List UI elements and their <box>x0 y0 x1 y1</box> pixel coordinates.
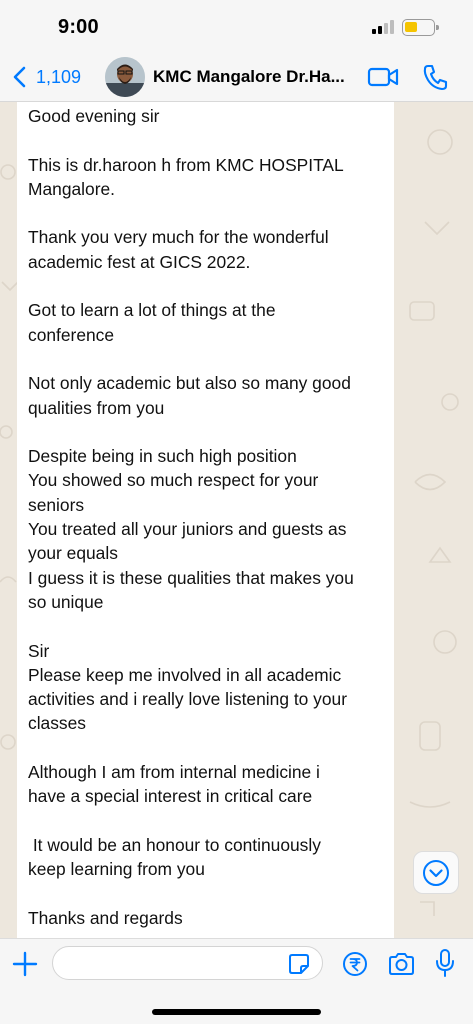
chat-header: 1,109 KMC Mangalore Dr.Ha... <box>0 52 473 102</box>
message-line: Mangalore. <box>28 178 116 199</box>
chevron-left-icon <box>13 66 26 88</box>
message-line <box>28 274 383 298</box>
message-line: qualities from you <box>28 397 165 418</box>
status-bar: 9:00 <box>0 0 473 52</box>
message-line: classes <box>28 713 86 734</box>
contact-name[interactable]: KMC Mangalore Dr.Ha... <box>153 67 345 87</box>
message-line: activities and i really love listening t… <box>28 689 347 710</box>
message-line: Please keep me involved in all academic <box>28 664 342 685</box>
message-line <box>28 201 383 225</box>
microphone-icon[interactable] <box>434 948 456 978</box>
message-line: This is dr.haroon h from KMC HOSPITAL <box>28 154 344 175</box>
back-button[interactable]: 1,109 <box>10 62 81 92</box>
message-line <box>28 347 383 371</box>
message-text: Good evening sir This is dr.haroon h from… <box>28 104 383 930</box>
home-indicator <box>152 1009 321 1015</box>
message-line: Although I am from internal medicine i <box>28 762 320 783</box>
message-line: your equals <box>28 543 118 564</box>
message-line: Thanks and regards <box>28 907 183 928</box>
composer-bar <box>0 938 473 1024</box>
message-line: Good evening sir <box>28 106 160 126</box>
message-line: You showed so much respect for your <box>28 470 319 491</box>
unread-count: 1,109 <box>36 66 82 87</box>
message-line <box>28 128 383 152</box>
message-line <box>28 614 383 638</box>
video-call-icon[interactable] <box>367 64 399 90</box>
signal-icon <box>372 20 396 34</box>
rupee-icon[interactable] <box>342 951 368 977</box>
camera-icon[interactable] <box>387 951 416 977</box>
message-line: Despite being in such high position <box>28 446 297 467</box>
message-line <box>28 420 383 444</box>
plus-icon[interactable] <box>12 951 38 977</box>
avatar[interactable] <box>105 57 145 97</box>
message-line: I guess it is these qualities that makes… <box>28 567 354 588</box>
message-line: conference <box>28 324 115 345</box>
message-line: Got to learn a lot of things at the <box>28 300 276 321</box>
sticker-icon[interactable] <box>287 952 311 976</box>
message-line: Thank you very much for the wonderful <box>28 227 329 248</box>
message-line <box>28 882 383 906</box>
message-line: Not only academic but also so many good <box>28 373 351 394</box>
message-line: seniors <box>28 494 85 515</box>
message-input[interactable] <box>52 946 323 980</box>
message-line: keep learning from you <box>28 859 205 880</box>
message-bubble[interactable]: Good evening sir This is dr.haroon h from… <box>17 102 394 938</box>
message-line: It would be an honour to continuously <box>28 834 321 855</box>
scroll-down-button[interactable] <box>413 851 459 894</box>
message-line: Sir <box>28 640 50 661</box>
chevron-down-icon <box>423 859 449 886</box>
chat-area[interactable]: Good evening sir This is dr.haroon h from… <box>0 102 473 938</box>
message-line: academic fest at GICS 2022. <box>28 251 251 272</box>
message-line <box>28 736 383 760</box>
avatar-image <box>105 57 145 97</box>
message-line: You treated all your juniors and guests … <box>28 519 347 540</box>
battery-icon <box>402 19 439 36</box>
message-line <box>28 809 383 833</box>
message-line: have a special interest in critical care <box>28 786 313 807</box>
phone-icon[interactable] <box>422 63 448 91</box>
status-time: 9:00 <box>58 16 99 38</box>
message-line: so unique <box>28 591 104 612</box>
